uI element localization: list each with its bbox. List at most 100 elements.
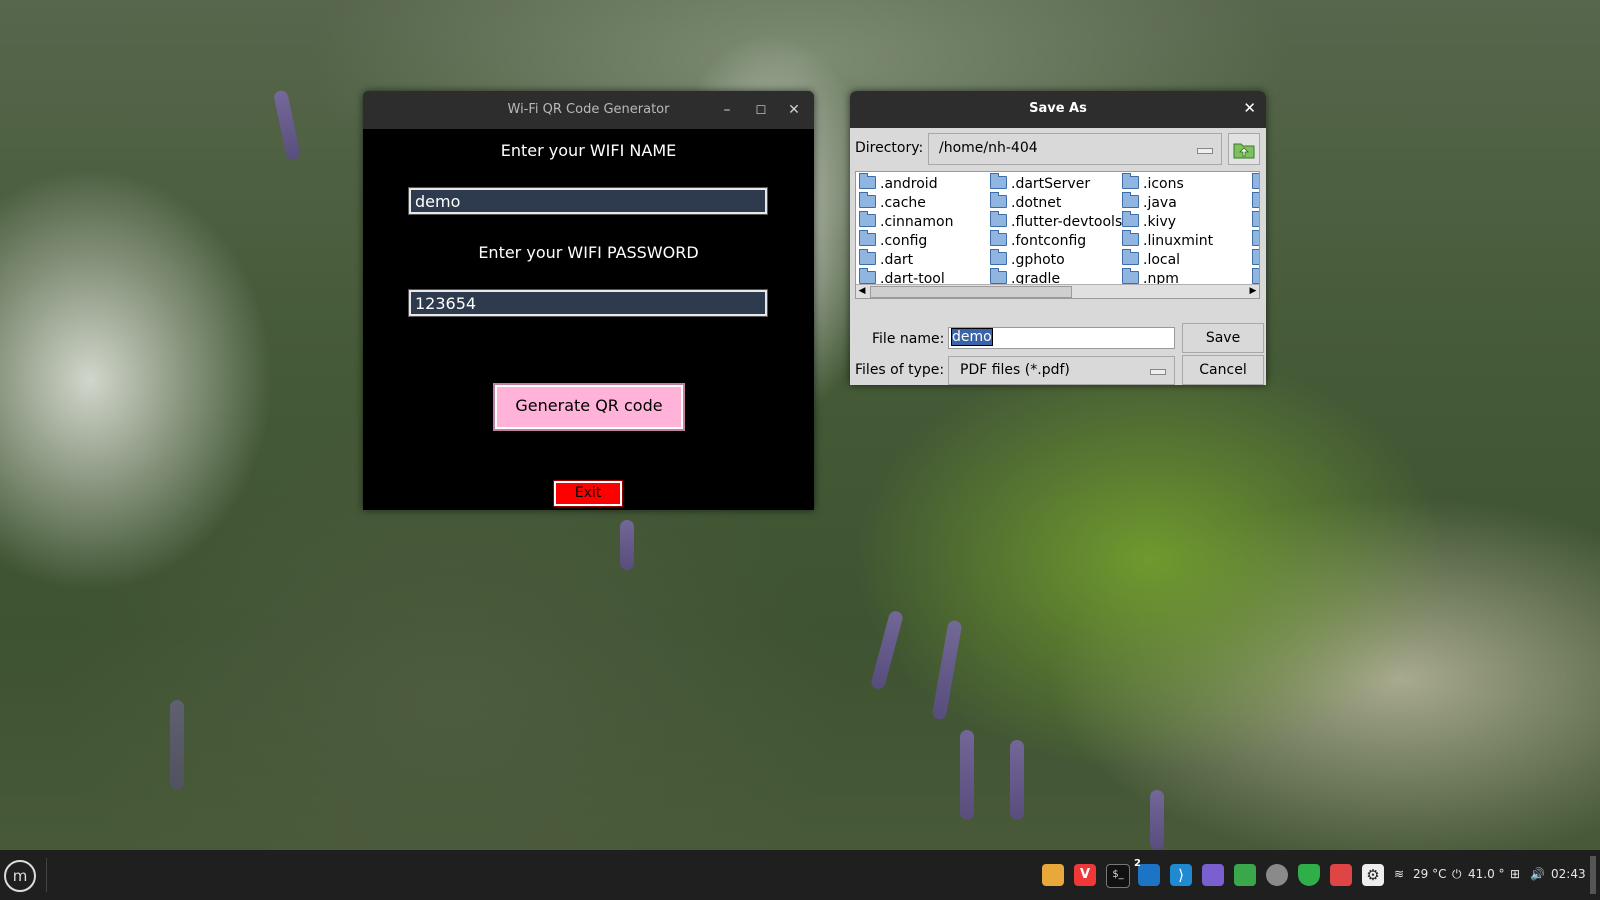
folder-item[interactable]: .dartServer: [990, 173, 1122, 194]
file-name-input[interactable]: demo: [948, 327, 1175, 349]
image-viewer-icon[interactable]: [1330, 864, 1352, 886]
files-of-type-value: PDF files (*.pdf): [960, 362, 1070, 378]
folder-item[interactable]: .icons: [1122, 173, 1213, 194]
dialog-title: Save As: [1029, 101, 1087, 116]
folder-icon: [1252, 249, 1259, 265]
directory-value: /home/nh-404: [939, 140, 1038, 156]
generate-qr-button[interactable]: Generate QR code: [493, 383, 685, 431]
notification-badge: 2: [1134, 858, 1141, 869]
folder-up-icon: [1233, 143, 1255, 159]
settings-icon[interactable]: ⚙: [1362, 864, 1384, 886]
flutter-icon[interactable]: 2: [1134, 858, 1160, 886]
scrollbar-thumb[interactable]: [870, 286, 1072, 298]
close-icon[interactable]: ✕: [1243, 99, 1256, 117]
folder-icon: [990, 192, 1007, 208]
parent-directory-button[interactable]: [1228, 133, 1260, 165]
save-button[interactable]: Save: [1182, 323, 1264, 353]
shield-icon[interactable]: [1298, 864, 1320, 886]
wallpaper-flower: [170, 700, 184, 790]
spreadsheet-icon[interactable]: [1234, 864, 1256, 886]
folder-item[interactable]: .cinnamon: [859, 211, 953, 232]
save-titlebar[interactable]: Save As ✕: [850, 91, 1266, 128]
folder-icon: [990, 249, 1007, 265]
terminal-icon[interactable]: $_: [1106, 864, 1130, 888]
qr-titlebar[interactable]: Wi-Fi QR Code Generator – ☐ ✕: [363, 91, 814, 129]
minimize-icon[interactable]: –: [717, 100, 737, 120]
file-column-4-partial: [1252, 173, 1259, 289]
vscode-icon[interactable]: ⟩: [1170, 864, 1192, 886]
clock[interactable]: 02:43: [1551, 867, 1586, 881]
maximize-icon[interactable]: ☐: [751, 100, 771, 120]
folder-item[interactable]: .local: [1122, 249, 1213, 270]
wallpaper-flower: [960, 730, 974, 820]
folder-item[interactable]: .fontconfig: [990, 230, 1122, 251]
folder-icon: [1122, 173, 1139, 189]
folder-item[interactable]: .android: [859, 173, 953, 194]
vivaldi-icon[interactable]: V: [1074, 864, 1096, 886]
folder-item[interactable]: .gphoto: [990, 249, 1122, 270]
wifi-name-label: Enter your WIFI NAME: [500, 141, 677, 160]
volume-icon[interactable]: 🔊: [1530, 867, 1545, 881]
file-column-2: .dartServer .dotnet .flutter-devtools .f…: [990, 173, 1122, 289]
brightness-readout[interactable]: 41.0 °: [1468, 867, 1505, 881]
screenshot-icon[interactable]: [1202, 864, 1224, 886]
wallpaper-flower: [620, 520, 634, 570]
folder-icon: [859, 192, 876, 208]
cancel-button[interactable]: Cancel: [1182, 355, 1264, 385]
dropdown-icon[interactable]: [1150, 369, 1166, 375]
show-desktop-button[interactable]: [1590, 856, 1596, 894]
dropdown-icon[interactable]: [1197, 148, 1213, 154]
folder-icon: [1122, 211, 1139, 227]
directory-label: Directory:: [855, 140, 924, 156]
file-name-label: File name:: [872, 331, 945, 347]
folder-icon: [990, 230, 1007, 246]
folder-icon: [1122, 268, 1139, 284]
directory-combobox[interactable]: /home/nh-404: [928, 133, 1222, 165]
folder-icon: [859, 173, 876, 189]
wifi-password-input[interactable]: [408, 289, 768, 317]
folder-icon: [990, 268, 1007, 284]
folder-icon: [859, 230, 876, 246]
folder-icon: [1252, 192, 1259, 208]
folder-icon: [990, 211, 1007, 227]
folder-item[interactable]: .dotnet: [990, 192, 1122, 213]
folder-icon: [1252, 268, 1259, 284]
folder-icon: [1122, 230, 1139, 246]
folder-item[interactable]: .linuxmint: [1122, 230, 1213, 251]
wifi-password-label: Enter your WIFI PASSWORD: [478, 243, 699, 262]
power-icon[interactable]: ⏻: [1452, 867, 1462, 882]
chat-icon[interactable]: [1266, 864, 1288, 886]
folder-item[interactable]: .config: [859, 230, 953, 251]
files-icon[interactable]: [1042, 864, 1064, 886]
exit-button[interactable]: Exit: [553, 480, 623, 507]
taskbar-separator: [46, 858, 47, 892]
qr-generator-window: Wi-Fi QR Code Generator – ☐ ✕ Enter your…: [363, 91, 814, 510]
folder-icon: [1122, 249, 1139, 265]
wallpaper-flower: [1150, 790, 1164, 850]
folder-icon: [859, 249, 876, 265]
folder-item[interactable]: .flutter-devtools: [990, 211, 1122, 232]
close-icon[interactable]: ✕: [784, 100, 804, 120]
file-column-3: .icons .java .kivy .linuxmint .local .np…: [1122, 173, 1213, 289]
file-list[interactable]: .android .cache .cinnamon .config .dart …: [855, 171, 1260, 299]
horizontal-scrollbar[interactable]: ◀ ▶: [856, 284, 1259, 298]
file-column-1: .android .cache .cinnamon .config .dart …: [859, 173, 953, 289]
window-title: Wi-Fi QR Code Generator: [507, 102, 670, 117]
wifi-name-input[interactable]: [408, 187, 768, 215]
network-icon[interactable]: ⊞: [1510, 867, 1520, 881]
menu-icon[interactable]: m: [4, 860, 36, 892]
wallpaper-flower: [1010, 740, 1024, 820]
folder-icon: [1122, 192, 1139, 208]
folder-item[interactable]: .dart: [859, 249, 953, 270]
scroll-right-icon[interactable]: ▶: [1247, 285, 1259, 297]
weather-readout[interactable]: 29 °C: [1413, 867, 1446, 881]
wallpaper-flower: [931, 619, 963, 721]
folder-item[interactable]: .cache: [859, 192, 953, 213]
folder-item[interactable]: .java: [1122, 192, 1213, 213]
files-of-type-combobox[interactable]: PDF files (*.pdf): [948, 356, 1175, 385]
folder-icon: [859, 268, 876, 284]
weather-icon[interactable]: ≋: [1394, 867, 1404, 881]
scroll-left-icon[interactable]: ◀: [856, 285, 868, 297]
folder-item[interactable]: .kivy: [1122, 211, 1213, 232]
taskbar: m V $_ 2 ⟩ ⚙ ≋ 29 °C ⏻ 41.0 ° ⊞ 🔊 02:43: [0, 850, 1600, 900]
